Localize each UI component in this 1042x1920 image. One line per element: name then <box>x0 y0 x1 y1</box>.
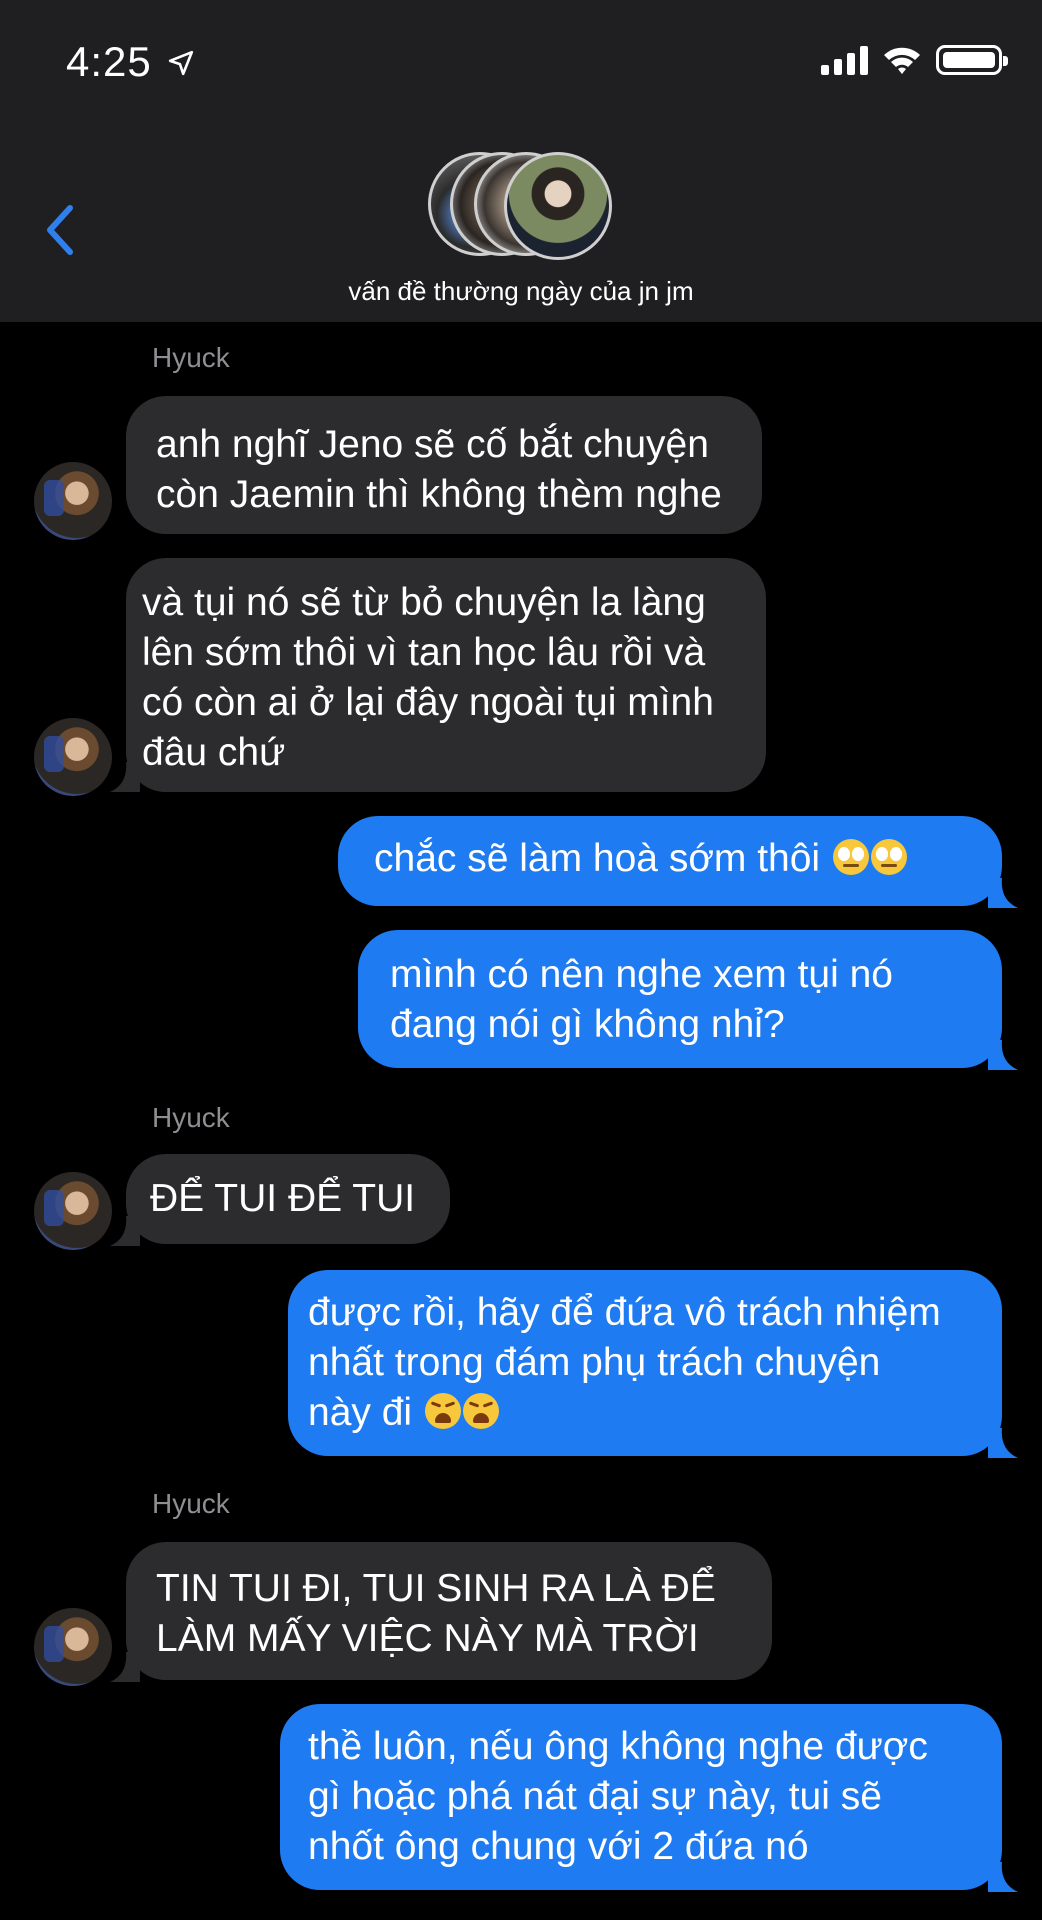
message-text: có còn ai ở lại đây ngoài tụi mình <box>142 681 714 724</box>
outgoing-message-bubble[interactable]: chắc sẽ làm hoà sớm thôi <box>338 816 1002 906</box>
back-chevron-icon[interactable] <box>40 200 80 260</box>
wifi-icon <box>884 47 920 74</box>
message-text: nhất trong đám phụ trách chuyện <box>308 1341 881 1384</box>
status-time: 4:25 <box>66 38 152 85</box>
sender-name: Hyuck <box>152 1102 230 1133</box>
hyuck-avatar[interactable] <box>34 462 112 540</box>
weary-face-icon <box>424 1393 461 1429</box>
member-avatar <box>504 152 612 260</box>
sender-name: Hyuck <box>152 1488 230 1519</box>
message-text: thề luôn, nếu ông không nghe được <box>308 1725 928 1768</box>
bubble-tail <box>988 1862 1018 1892</box>
message-text: còn Jaemin thì không thèm nghe <box>156 473 722 516</box>
hyuck-avatar[interactable] <box>34 1608 112 1686</box>
incoming-message-bubble[interactable]: anh nghĩ Jeno sẽ cố bắt chuyện còn Jaemi… <box>126 396 762 534</box>
bubble-tail <box>110 1652 140 1682</box>
face-with-rolling-eyes-icon <box>870 839 907 875</box>
bubble-tail <box>988 1428 1018 1458</box>
bubble-tail <box>988 878 1018 908</box>
battery-icon <box>936 45 1008 75</box>
hyuck-avatar[interactable] <box>34 1172 112 1250</box>
message-text: được rồi, hãy để đứa vô trách nhiệm <box>308 1291 941 1334</box>
message-text: mình có nên nghe xem tụi nó <box>390 953 893 996</box>
message-text: đâu chứ <box>142 731 286 774</box>
message-text: ĐỂ TUI ĐỂ TUI <box>150 1177 416 1220</box>
message-text: gì hoặc phá nát đại sự này, tui sẽ <box>308 1775 882 1818</box>
message-line: chắc sẽ làm hoà sớm thôi <box>374 834 966 884</box>
incoming-message-bubble[interactable]: ĐỂ TUI ĐỂ TUI <box>126 1154 450 1244</box>
sender-name: Hyuck <box>152 342 230 373</box>
bubble-tail <box>988 1040 1018 1070</box>
message-text: anh nghĩ Jeno sẽ cố bắt chuyện <box>156 423 709 466</box>
hyuck-avatar[interactable] <box>34 718 112 796</box>
message-text: nhốt ông chung với 2 đứa nó <box>308 1825 809 1868</box>
group-avatar[interactable] <box>428 152 616 260</box>
message-text: đang nói gì không nhỉ? <box>390 1003 785 1046</box>
message-text: TIN TUI ĐI, TUI SINH RA LÀ ĐỂ <box>156 1567 716 1610</box>
message-text: lên sớm thôi vì tan học lâu rồi và <box>142 631 706 674</box>
message-line: này đi <box>308 1388 982 1438</box>
group-name[interactable]: vấn đề thường ngày của jn jm <box>0 276 1042 307</box>
chat-header: 4:25 vấn đề thường ngày của jn jm <box>0 0 1042 322</box>
cellular-signal-icon <box>821 45 868 75</box>
bubble-tail <box>110 1216 140 1246</box>
outgoing-message-bubble[interactable]: được rồi, hãy để đứa vô trách nhiệm nhất… <box>288 1270 1002 1456</box>
incoming-message-bubble[interactable]: TIN TUI ĐI, TUI SINH RA LÀ ĐỂ LÀM MẤY VI… <box>126 1542 772 1680</box>
outgoing-message-bubble[interactable]: mình có nên nghe xem tụi nó đang nói gì … <box>358 930 1002 1068</box>
location-arrow-icon <box>168 50 194 76</box>
message-text: LÀM MẤY VIỆC NÀY MÀ TRỜI <box>156 1617 699 1660</box>
message-text: này đi <box>308 1391 413 1434</box>
incoming-message-bubble[interactable]: và tụi nó sẽ từ bỏ chuyện la làng lên sớ… <box>126 558 766 792</box>
message-text: chắc sẽ làm hoà sớm thôi <box>374 837 821 880</box>
face-with-rolling-eyes-icon <box>832 839 869 875</box>
weary-face-icon <box>462 1393 499 1429</box>
bubble-tail <box>110 762 140 792</box>
message-text: và tụi nó sẽ từ bỏ chuyện la làng <box>142 581 706 624</box>
outgoing-message-bubble[interactable]: thề luôn, nếu ông không nghe được gì hoặ… <box>280 1704 1002 1890</box>
status-indicators <box>821 44 1008 76</box>
